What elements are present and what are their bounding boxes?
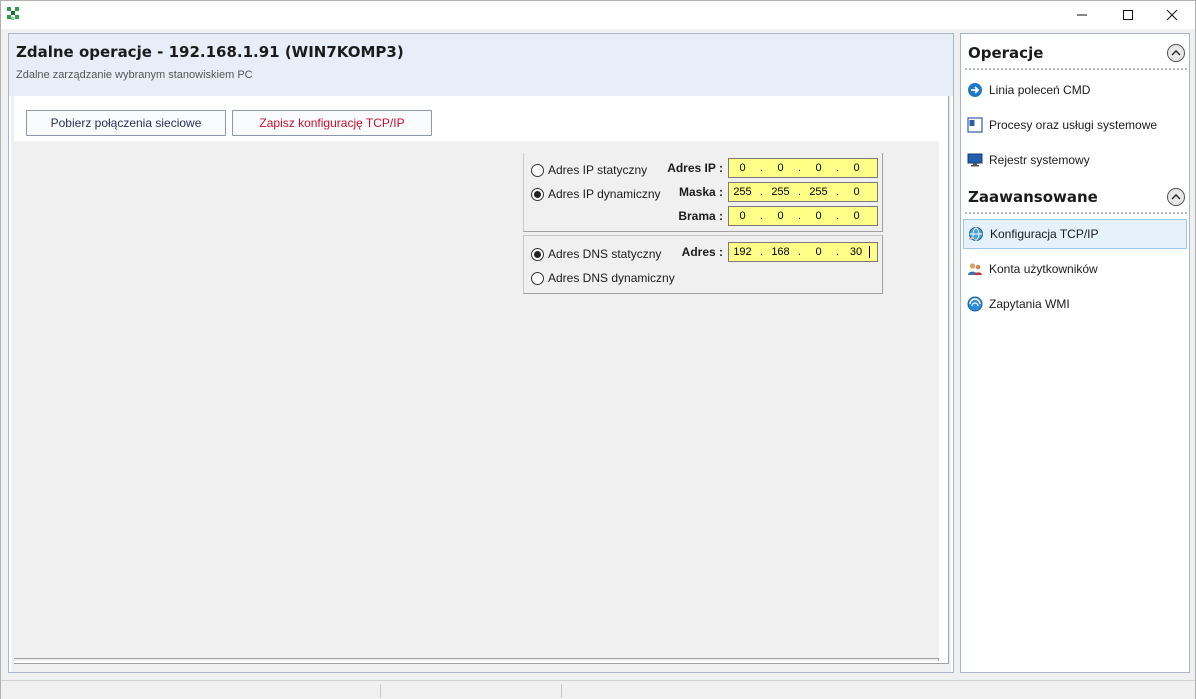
dns-octet-4: 30 <box>843 246 870 258</box>
task-cmd[interactable]: Linia poleceń CMD <box>963 75 1187 105</box>
mask-octet-4: 0 <box>853 186 860 198</box>
radio-static-ip-dot <box>531 163 544 177</box>
dns-static-label: Adres DNS statyczny <box>548 247 662 261</box>
gateway-octet-1: 0 <box>739 210 746 222</box>
ip-address-input[interactable]: 0. 0. 0. 0 <box>728 158 878 178</box>
page-subtitle: Zdalne zarządzanie wybranym stanowiskiem… <box>16 69 253 81</box>
mask-octet-3: 255 <box>809 186 828 198</box>
mask-octet-1: 255 <box>733 186 752 198</box>
gateway-octet-4: 0 <box>853 210 860 222</box>
ip-octet-4: 0 <box>853 162 860 174</box>
application-window: Zdalne operacje - 192.168.1.91 (WIN7KOMP… <box>0 0 1196 699</box>
maximize-icon <box>1123 10 1133 20</box>
status-separator <box>380 684 381 698</box>
title-bar[interactable] <box>1 1 1195 29</box>
status-bar <box>1 680 1195 699</box>
page-title: Zdalne operacje - 192.168.1.91 (WIN7KOMP… <box>16 43 404 61</box>
mask-octet-2: 255 <box>771 186 790 198</box>
save-tcpip-button[interactable]: Zapisz konfigurację TCP/IP <box>232 110 432 136</box>
chevron-up-icon <box>1171 50 1181 56</box>
task-wmi-label: Zapytania WMI <box>989 297 1070 311</box>
task-accounts[interactable]: Konta użytkowników <box>963 254 1187 284</box>
fetch-connections-button[interactable]: Pobierz połączenia sieciowe <box>26 110 226 136</box>
dns-octet-1: 192 <box>733 246 752 258</box>
ip-static-radio[interactable]: Adres IP statyczny <box>531 163 647 177</box>
close-button[interactable] <box>1149 1 1195 29</box>
task-registry-label: Rejestr systemowy <box>989 153 1090 167</box>
dns-address-input[interactable]: 192. 168. 0. 30 <box>728 242 878 262</box>
task-cmd-label: Linia poleceń CMD <box>989 83 1091 97</box>
close-icon <box>1166 9 1178 21</box>
arrow-right-circle-icon <box>966 81 984 99</box>
radio-dynamic-ip-dot <box>531 187 544 201</box>
ip-dynamic-label: Adres IP dynamiczny <box>548 187 661 201</box>
process-window-icon <box>966 116 984 134</box>
task-processes-label: Procesy oraz usługi systemowe <box>989 118 1158 132</box>
task-accounts-label: Konta użytkowników <box>989 262 1098 276</box>
monitor-icon <box>966 151 984 169</box>
radio-static-dns-dot <box>531 247 544 261</box>
advanced-collapse-button[interactable] <box>1167 188 1185 206</box>
dns-address-label: Adres : <box>681 245 723 259</box>
dns-octet-2: 168 <box>771 246 790 258</box>
ip-octet-3: 0 <box>815 162 822 174</box>
task-registry[interactable]: Rejestr systemowy <box>963 145 1187 175</box>
wmi-globe-icon <box>966 295 984 313</box>
ip-octet-1: 0 <box>739 162 746 174</box>
task-tcpip[interactable]: Konfiguracja TCP/IP <box>963 219 1187 249</box>
operations-collapse-button[interactable] <box>1167 44 1185 62</box>
mask-input[interactable]: 255. 255. 255. 0 <box>728 182 878 202</box>
gateway-label: Brama : <box>678 209 723 223</box>
dns-static-radio[interactable]: Adres DNS statyczny <box>531 247 661 261</box>
minimize-button[interactable] <box>1059 1 1105 29</box>
mask-label: Maska : <box>678 185 723 199</box>
ip-dynamic-radio[interactable]: Adres IP dynamiczny <box>531 187 661 201</box>
users-icon <box>966 260 984 278</box>
minimize-icon <box>1077 14 1087 16</box>
network-globe-icon <box>967 225 985 243</box>
chevron-up-icon <box>1171 194 1181 200</box>
gateway-octet-2: 0 <box>777 210 784 222</box>
ip-octet-2: 0 <box>777 162 784 174</box>
advanced-divider <box>965 212 1187 214</box>
ip-address-label: Adres IP : <box>667 161 723 175</box>
status-separator <box>561 684 562 698</box>
task-wmi[interactable]: Zapytania WMI <box>963 289 1187 319</box>
gateway-input[interactable]: 0. 0. 0. 0 <box>728 206 878 226</box>
ip-static-label: Adres IP statyczny <box>548 163 648 177</box>
maximize-button[interactable] <box>1105 1 1151 29</box>
dns-octet-3: 0 <box>815 246 822 258</box>
operations-divider <box>965 68 1187 70</box>
task-processes[interactable]: Procesy oraz usługi systemowe <box>963 110 1187 140</box>
operations-section-title: Operacje <box>968 44 1044 62</box>
advanced-section-title: Zaawansowane <box>968 188 1098 206</box>
gateway-octet-3: 0 <box>815 210 822 222</box>
radio-dynamic-dns-dot <box>531 271 544 285</box>
main-header: Zdalne operacje - 192.168.1.91 (WIN7KOMP… <box>9 34 953 96</box>
app-logo-icon <box>7 7 19 20</box>
task-tcpip-label: Konfiguracja TCP/IP <box>990 227 1099 241</box>
dns-dynamic-label: Adres DNS dynamiczny <box>548 271 675 285</box>
dns-dynamic-radio[interactable]: Adres DNS dynamiczny <box>531 271 675 285</box>
